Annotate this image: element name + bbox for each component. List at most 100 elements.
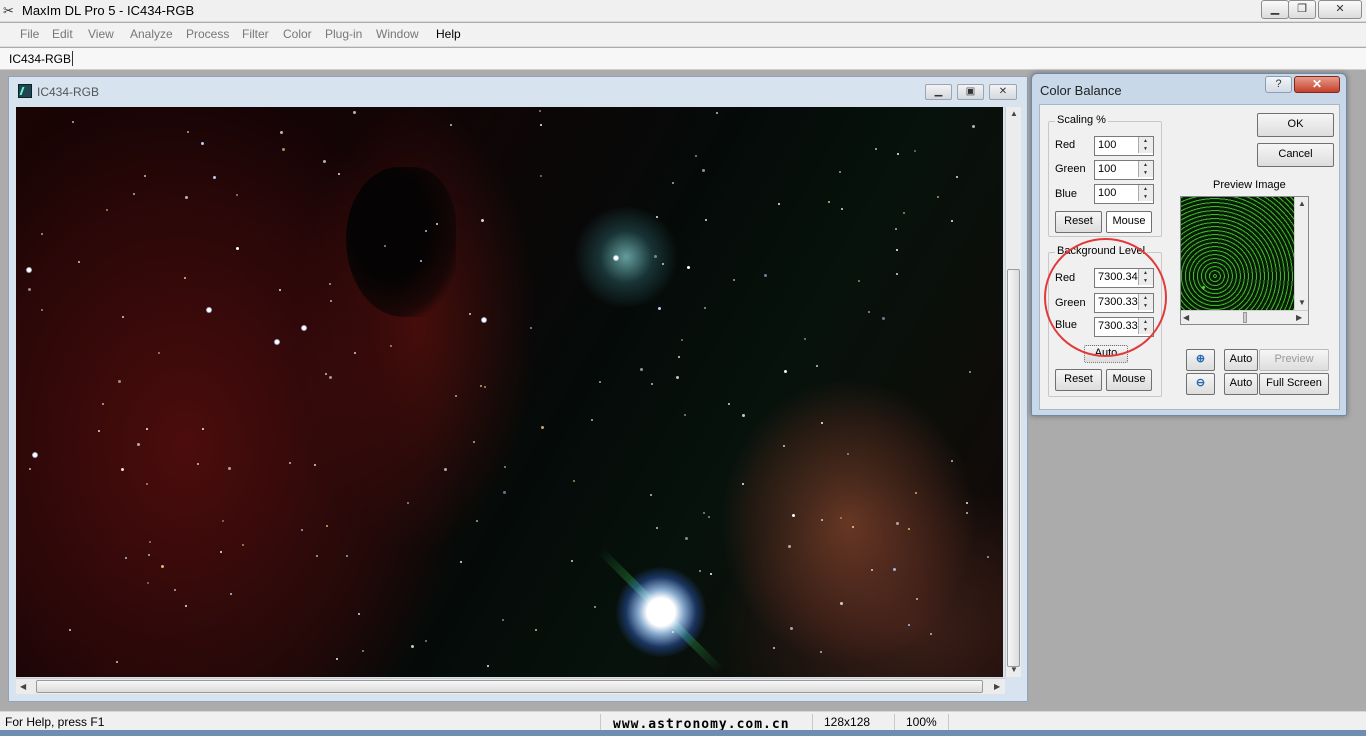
star [102,403,104,405]
star [222,520,224,522]
star [236,247,239,250]
preview-scroll-left-icon[interactable]: ◀ [1183,313,1189,322]
star [407,502,409,504]
star [708,516,710,518]
menu-help[interactable]: Help [436,27,461,41]
star [684,414,686,416]
scaling-red-input[interactable] [1096,138,1138,152]
auto-zoom-button[interactable]: Auto [1224,349,1258,371]
preview-button[interactable]: Preview [1259,349,1329,371]
star [654,255,657,258]
cancel-button[interactable]: Cancel [1257,143,1334,167]
scaling-mouse-button[interactable]: Mouse [1106,211,1152,233]
scaling-green-input[interactable] [1096,162,1138,176]
status-separator [894,714,895,730]
spin-buttons[interactable]: ▲ ▼ [1138,161,1153,177]
star [149,541,151,543]
vertical-scroll-thumb[interactable] [1007,269,1020,667]
dialog-close-button[interactable]: ✕ [1294,76,1340,93]
scroll-right-arrow-icon[interactable]: ▶ [994,682,1000,691]
star [202,428,204,430]
zoom-in-button[interactable]: ⊕ [1186,349,1215,371]
star [146,428,148,430]
menu-process[interactable]: Process [186,27,229,41]
star [326,525,328,527]
star [703,512,705,514]
image-close-button[interactable]: ✕ [989,84,1017,100]
auto-stretch-button[interactable]: Auto [1224,373,1258,395]
star [702,169,705,172]
background-reset-button[interactable]: Reset [1055,369,1102,391]
preview-scroll-thumb[interactable] [1243,312,1247,323]
scroll-down-arrow-icon[interactable]: ▼ [1010,665,1018,674]
star [118,380,121,383]
image-window-icon [18,84,32,98]
menu-view[interactable]: View [88,27,114,41]
preview-horizontal-scrollbar[interactable]: ◀ ▶ [1181,310,1308,324]
menu-file[interactable]: File [20,27,39,41]
document-selector[interactable]: IC434-RGB [9,52,71,66]
scaling-red-spinner[interactable]: ▲▼ [1094,136,1154,156]
astronomical-image-canvas[interactable] [16,107,1003,677]
star [687,266,690,269]
vertical-scrollbar[interactable]: ▲ ▼ [1005,107,1021,677]
menu-edit[interactable]: Edit [52,27,73,41]
annotation-circle [1044,238,1167,357]
star [206,307,212,313]
star [896,522,899,525]
background-mouse-button[interactable]: Mouse [1106,369,1152,391]
scroll-up-arrow-icon[interactable]: ▲ [1010,109,1018,118]
preview-vertical-scrollbar[interactable]: ▲ ▼ [1294,197,1308,310]
star [487,665,489,667]
star [591,419,593,421]
star [733,279,735,281]
preview-image[interactable] [1181,197,1294,310]
spin-buttons[interactable]: ▲ ▼ [1138,185,1153,201]
restore-button[interactable]: ❐ [1288,0,1316,19]
close-button[interactable]: ✕ [1318,0,1362,19]
star [78,261,80,263]
preview-scroll-up-icon[interactable]: ▲ [1298,199,1306,208]
image-restore-button[interactable]: ▣ [957,84,984,100]
scaling-blue-label: Blue [1055,188,1078,200]
status-image-size: 128x128 [824,715,871,729]
menu-window[interactable]: Window [376,27,419,41]
menu-analyze[interactable]: Analyze [130,27,173,41]
scaling-blue-input[interactable] [1096,186,1138,200]
star [362,650,364,652]
star [640,368,643,371]
nebula-glow [571,207,681,307]
scroll-left-arrow-icon[interactable]: ◀ [20,682,26,691]
horizontal-scrollbar[interactable]: ◀ ▶ [16,678,1005,694]
menu-color[interactable]: Color [283,27,312,41]
star [764,274,767,277]
star [197,463,199,465]
dialog-help-button[interactable]: ? [1265,76,1292,93]
star [937,196,939,198]
app-title: MaxIm DL Pro 5 - IC434-RGB [22,3,195,18]
star [425,640,427,642]
star [329,376,332,379]
spin-buttons[interactable]: ▲ ▼ [1138,137,1153,153]
menu-plugin[interactable]: Plug-in [325,27,362,41]
menu-filter[interactable]: Filter [242,27,269,41]
preview-scroll-down-icon[interactable]: ▼ [1298,298,1306,307]
star [41,233,43,235]
zoom-out-button[interactable]: ⊖ [1186,373,1215,395]
preview-image-panel[interactable]: ▲ ▼ ◀ ▶ [1180,196,1309,325]
star [201,142,204,145]
title-bar: ✂ MaxIm DL Pro 5 - IC434-RGB ▁ ❐ ✕ [0,0,1366,22]
scaling-reset-button[interactable]: Reset [1055,211,1102,233]
minimize-button[interactable]: ▁ [1261,0,1289,19]
star [678,356,680,358]
scaling-blue-spinner[interactable]: ▲▼ [1094,184,1154,204]
ok-button[interactable]: OK [1257,113,1334,137]
full-screen-button[interactable]: Full Screen [1259,373,1329,395]
scaling-green-spinner[interactable]: ▲▼ [1094,160,1154,180]
star [425,230,427,232]
horizontal-scroll-thumb[interactable] [36,680,983,693]
star [220,551,222,553]
image-minimize-button[interactable]: ▁ [925,84,952,100]
star [821,519,823,521]
preview-scroll-right-icon[interactable]: ▶ [1296,313,1302,322]
